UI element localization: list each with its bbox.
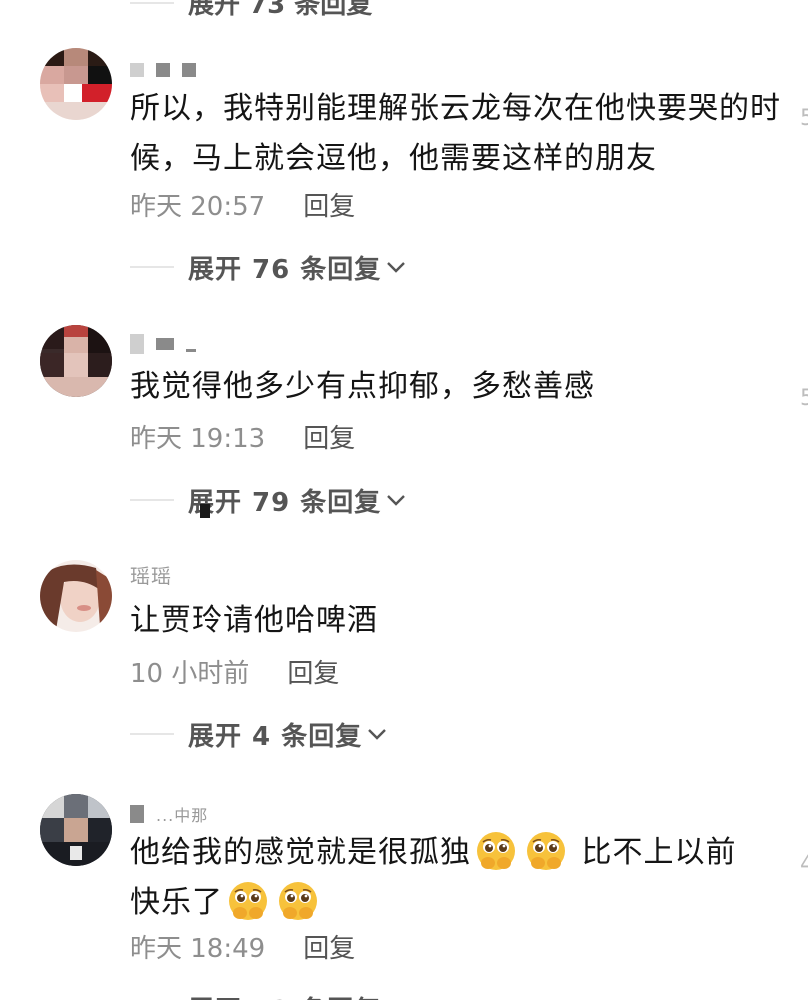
expand-replies-label: 展开 73 条回复 (188, 0, 373, 20)
edge-digit: 5 (800, 386, 808, 411)
comment-time: 10 小时前 (130, 658, 250, 689)
comment-time: 昨天 20:57 (130, 191, 266, 222)
expand-replies-label: 展开 4 条回复 (188, 721, 363, 752)
chevron-down-icon (368, 729, 387, 740)
comment-text-part: 他给我的感觉就是很孤独 (130, 835, 471, 870)
blur-block (130, 334, 144, 354)
comment-text: 他给我的感觉就是很孤独 比不上以前 快乐了 (130, 828, 790, 928)
blur-block (156, 63, 170, 77)
comment-text: 让贾玲请他哈啤酒 (130, 603, 378, 638)
expand-replies-label: 展开 79 条回复 (188, 487, 382, 518)
avatar[interactable] (40, 48, 112, 120)
blur-block (130, 63, 144, 77)
avatar[interactable] (40, 560, 112, 632)
username[interactable]: ...中那 (130, 802, 208, 826)
expand-replies-label: 展开 76 条回复 (188, 254, 382, 285)
comment-list-page: 展开 73 条回复 所以，我特别能理解张云龙每次在他快要哭的时候，马上就会逗他，… (0, 0, 808, 1000)
reply-button[interactable]: 回复 (287, 653, 339, 690)
comment-time: 昨天 19:13 (130, 423, 266, 454)
avatar[interactable] (40, 325, 112, 397)
username-text: ...中那 (156, 806, 209, 825)
username-obscured[interactable] (130, 332, 208, 356)
cursor-mark (200, 504, 210, 518)
pleading-face-hands-icon (475, 830, 517, 872)
comment-meta: 昨天 20:57 回复 (130, 186, 355, 222)
comment-text-part: 比不上以前 (581, 835, 737, 870)
expand-replies-button[interactable]: 展开 79 条回复 (130, 482, 407, 518)
comment-text: 我觉得他多少有点抑郁，多愁善感 (130, 369, 595, 404)
edge-digit: 5 (800, 106, 808, 131)
comment-time: 昨天 18:49 (130, 933, 266, 964)
divider-line (130, 266, 174, 268)
comment-meta: 昨天 18:49 回复 (130, 928, 355, 964)
divider-line (130, 1, 174, 4)
expand-replies-button[interactable]: 展开 12 条回复 (130, 990, 381, 1000)
username-obscured[interactable] (130, 58, 208, 82)
comment-meta: 10 小时前 回复 (130, 653, 339, 689)
edge-digit: 4 (800, 852, 808, 877)
comment-text: 所以，我特别能理解张云龙每次在他快要哭的时候，马上就会逗他，他需要这样的朋友 (130, 91, 781, 176)
comment-text-part: 快乐了 (130, 885, 223, 920)
blur-block (182, 63, 196, 77)
blur-block (130, 805, 144, 823)
avatar[interactable] (40, 794, 112, 866)
divider-line (130, 499, 174, 501)
expand-replies-button[interactable]: 展开 4 条回复 (130, 716, 388, 752)
blur-block (186, 348, 196, 352)
expand-replies-partial[interactable]: 展开 73 条回复 (130, 0, 372, 21)
reply-button[interactable]: 回复 (303, 186, 355, 223)
pleading-face-hands-icon (227, 880, 269, 922)
reply-button[interactable]: 回复 (303, 928, 355, 965)
chevron-down-icon (387, 495, 406, 506)
username-text: 瑶瑶 (130, 563, 172, 588)
blur-block (156, 338, 174, 350)
pleading-face-hands-icon (525, 830, 567, 872)
divider-line (130, 733, 174, 735)
expand-replies-button[interactable]: 展开 76 条回复 (130, 249, 407, 285)
comment-meta: 昨天 19:13 回复 (130, 418, 355, 454)
chevron-down-icon (387, 262, 406, 273)
username[interactable]: 瑶瑶 (130, 562, 172, 588)
reply-button[interactable]: 回复 (303, 418, 355, 455)
expand-replies-label: 展开 12 条回复 (188, 990, 381, 1000)
pleading-face-hands-icon (277, 880, 319, 922)
